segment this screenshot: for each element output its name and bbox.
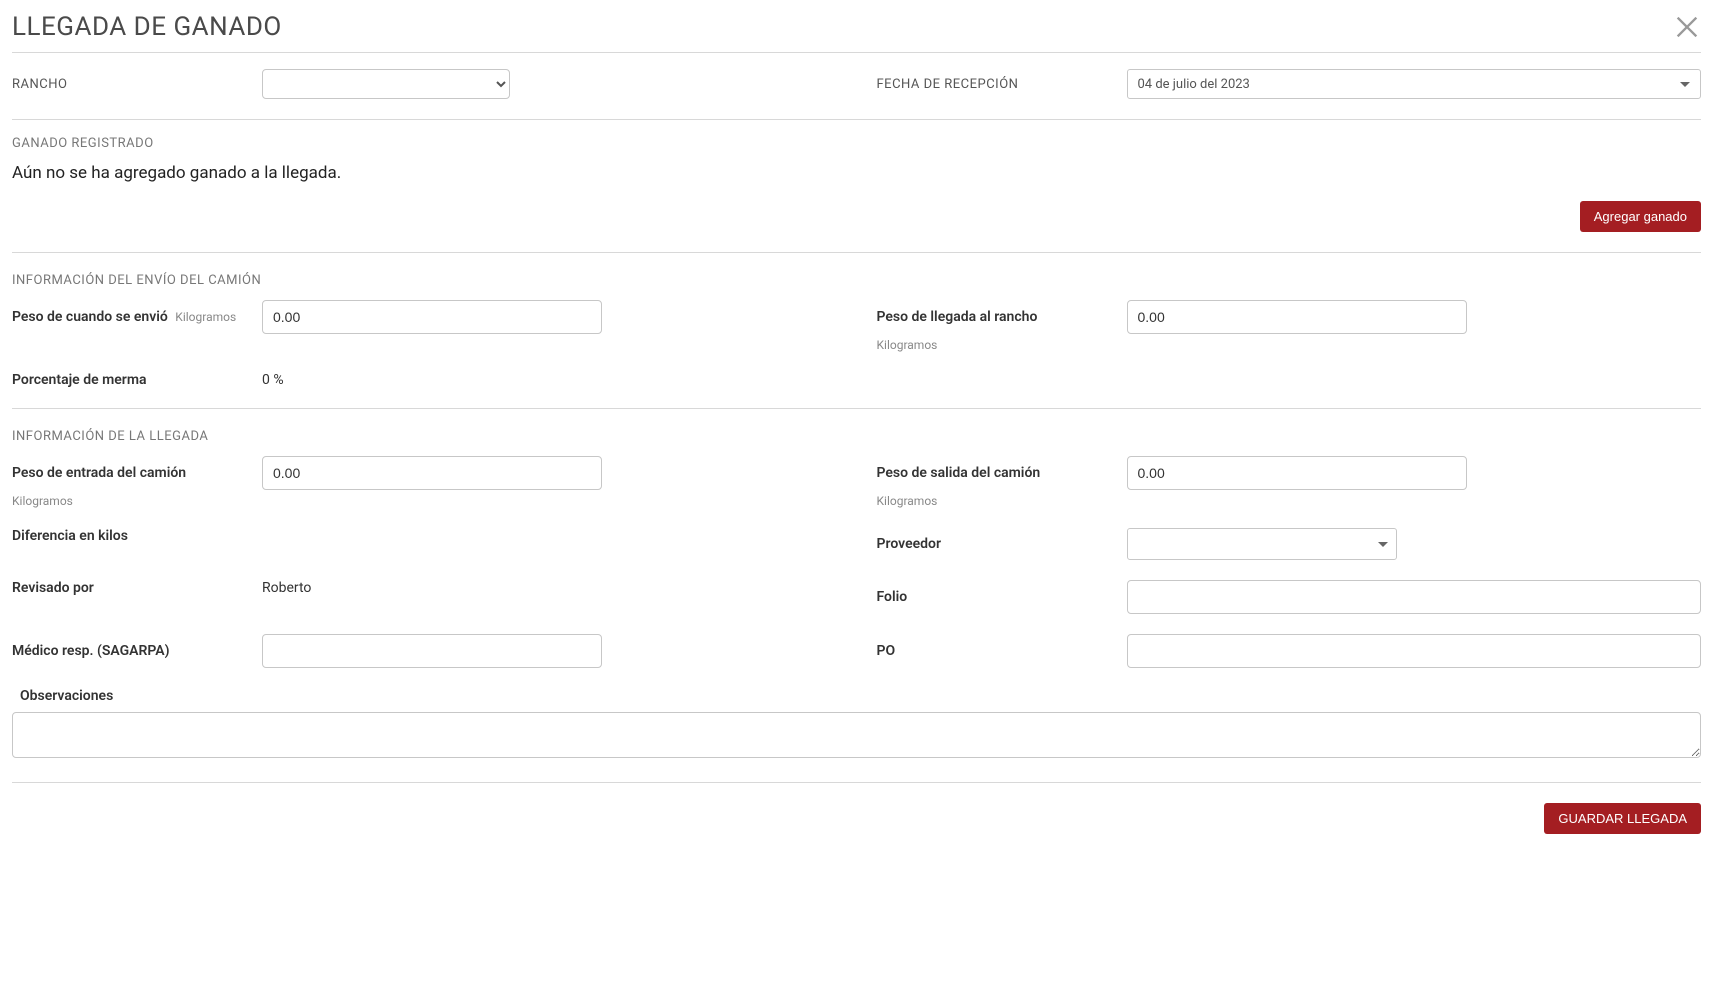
peso-salida-unit: Kilogramos: [877, 494, 1702, 508]
medico-label: Médico resp. (SAGARPA): [12, 643, 252, 659]
peso-entrada-label: Peso de entrada del camión: [12, 465, 252, 481]
peso-llegada-unit: Kilogramos: [877, 338, 1702, 352]
observaciones-input[interactable]: [12, 712, 1701, 758]
agregar-ganado-button[interactable]: Agregar ganado: [1580, 201, 1701, 232]
peso-entrada-unit: Kilogramos: [12, 494, 837, 508]
proveedor-label: Proveedor: [877, 536, 1117, 552]
peso-entrada-input[interactable]: [262, 456, 602, 490]
rancho-label: RANCHO: [12, 77, 252, 92]
folio-input[interactable]: [1127, 580, 1702, 614]
fecha-recepcion-picker[interactable]: 04 de julio del 2023: [1127, 69, 1702, 99]
medico-input[interactable]: [262, 634, 602, 668]
guardar-llegada-button[interactable]: GUARDAR LLEGADA: [1544, 803, 1701, 834]
peso-envio-label: Peso de cuando se envió: [12, 309, 168, 325]
merma-value: 0 %: [262, 372, 284, 388]
envio-section-label: INFORMACIÓN DEL ENVÍO DEL CAMIÓN: [12, 273, 1701, 288]
caret-down-icon: [1378, 542, 1388, 547]
peso-llegada-label: Peso de llegada al rancho: [877, 309, 1117, 325]
revisado-label: Revisado por: [12, 580, 252, 596]
llegada-section-label: INFORMACIÓN DE LA LLEGADA: [12, 429, 1701, 444]
rancho-select[interactable]: [262, 69, 510, 99]
page-title: LLEGADA DE GANADO: [12, 12, 282, 42]
caret-down-icon: [1680, 82, 1690, 87]
fecha-recepcion-value: 04 de julio del 2023: [1138, 77, 1250, 92]
observaciones-label: Observaciones: [12, 688, 1701, 704]
fecha-recepcion-label: FECHA DE RECEPCIÓN: [877, 77, 1117, 92]
peso-llegada-input[interactable]: [1127, 300, 1467, 334]
merma-label: Porcentaje de merma: [12, 372, 252, 388]
ganado-registrado-label: GANADO REGISTRADO: [12, 136, 1701, 151]
ganado-empty-message: Aún no se ha agregado ganado a la llegad…: [12, 163, 1701, 183]
dif-kilos-label: Diferencia en kilos: [12, 528, 252, 544]
po-input[interactable]: [1127, 634, 1702, 668]
peso-envio-input[interactable]: [262, 300, 602, 334]
proveedor-select[interactable]: [1127, 528, 1397, 560]
peso-salida-label: Peso de salida del camión: [877, 465, 1117, 481]
po-label: PO: [877, 643, 1117, 659]
peso-salida-input[interactable]: [1127, 456, 1467, 490]
folio-label: Folio: [877, 589, 1117, 605]
peso-envio-unit: Kilogramos: [175, 310, 236, 324]
close-icon[interactable]: [1673, 13, 1701, 41]
revisado-value: Roberto: [262, 580, 311, 596]
